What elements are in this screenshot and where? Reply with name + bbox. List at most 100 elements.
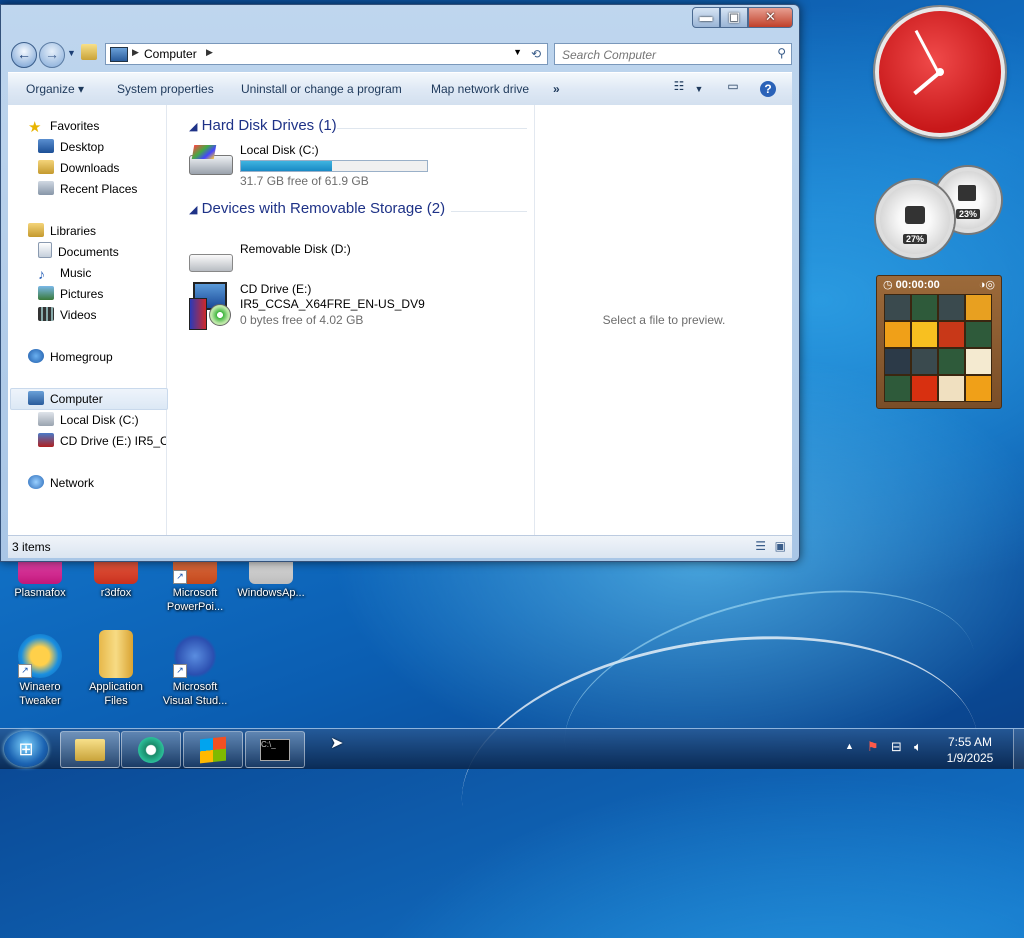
system-properties-button[interactable]: System properties (117, 82, 214, 96)
nav-computer[interactable]: Computer (28, 389, 103, 409)
desktop-icon-winaero[interactable]: ↗ Winaero Tweaker (2, 634, 78, 708)
nav-label: Downloads (60, 161, 120, 175)
removable-disk-icon (187, 242, 233, 278)
taskbar-explorer[interactable] (60, 731, 120, 768)
desktop-icon-label: Microsoft Visual Stud... (162, 681, 228, 707)
taskbar-clock[interactable]: 7:55 AM 1/9/2025 (930, 734, 1010, 766)
start-button[interactable]: ⊞ (4, 731, 48, 767)
action-center-flag-icon[interactable]: ⚑ (867, 739, 879, 755)
desktop-icon-application-files[interactable]: Application Files (78, 630, 154, 708)
search-icon[interactable]: ⚲ (777, 46, 786, 60)
navigation-pane: ★ Favorites Desktop Downloads Recent Plac… (8, 105, 168, 535)
libraries-icon (28, 223, 44, 237)
view-dropdown-icon[interactable]: ▼ (689, 79, 709, 99)
large-icons-view-icon[interactable]: ▣ (775, 539, 786, 553)
nav-documents[interactable]: Documents (38, 242, 119, 262)
back-button[interactable]: ← (11, 42, 37, 68)
up-folder-icon[interactable] (81, 44, 97, 60)
more-commands-button[interactable]: » (553, 82, 560, 96)
details-view-icon[interactable]: ☰ (755, 539, 766, 553)
status-bar: 3 items ☰ ▣ (8, 535, 792, 558)
puzzle-controls-icon[interactable]: ◑◎ (979, 278, 995, 291)
uninstall-program-button[interactable]: Uninstall or change a program (241, 82, 402, 96)
computer-icon (28, 391, 44, 405)
cpu-meter-gadget[interactable]: 27% (876, 180, 954, 258)
nav-local-disk[interactable]: Local Disk (C:) (38, 410, 139, 430)
item-count: 3 items (12, 540, 51, 554)
command-prompt-icon: C:\_ (260, 739, 290, 761)
minimize-button[interactable]: ▬ (692, 7, 720, 28)
nav-label: Computer (50, 392, 103, 406)
clock-gadget[interactable] (875, 7, 1005, 137)
clock-date: 1/9/2025 (946, 751, 994, 765)
preview-pane-icon[interactable]: ▭ (723, 79, 743, 99)
nav-label: CD Drive (E:) IR5_CC (60, 434, 166, 448)
desktop-icon-visual-studio[interactable]: ↗ Microsoft Visual Stud... (157, 634, 233, 708)
nav-network[interactable]: Network (28, 473, 94, 493)
desktop-icon-label: Winaero Tweaker (19, 681, 61, 707)
nav-cd-drive[interactable]: CD Drive (E:) IR5_CC (38, 431, 166, 451)
taskbar-command-prompt[interactable]: C:\_ (245, 731, 305, 768)
breadcrumb-computer[interactable]: Computer (144, 47, 197, 61)
cd-drive-setup-icon (187, 282, 233, 330)
forward-button[interactable]: → (39, 42, 65, 68)
collapse-arrow-icon[interactable]: ◢ (189, 121, 197, 133)
nav-pictures[interactable]: Pictures (38, 284, 103, 304)
puzzle-tiles[interactable] (884, 294, 992, 402)
navigation-bar: ← → ▼ ▶ Computer ▶ ▼ ⟲ ⚲ (9, 41, 793, 68)
shortcut-arrow-icon: ↗ (173, 664, 187, 678)
nav-desktop[interactable]: Desktop (38, 137, 104, 157)
nav-libraries[interactable]: Libraries (28, 221, 96, 241)
wallpaper-streak (444, 605, 996, 938)
show-desktop-button[interactable] (1013, 729, 1024, 769)
nav-favorites[interactable]: ★ Favorites (28, 116, 99, 136)
search-box[interactable]: ⚲ (554, 43, 792, 65)
content-pane: ★ Favorites Desktop Downloads Recent Plac… (8, 105, 792, 535)
recent-pages-dropdown-icon[interactable]: ▼ (67, 48, 76, 58)
file-list: ◢ Hard Disk Drives (1) Local Disk (C:) 3… (167, 105, 533, 535)
refresh-button[interactable]: ⟲ (525, 43, 548, 65)
nav-videos[interactable]: Videos (38, 305, 96, 325)
music-icon: ♪ (38, 266, 45, 282)
group-divider (451, 211, 527, 212)
cd-drive-icon (38, 433, 54, 447)
organize-button[interactable]: Organize ▾ (26, 82, 84, 96)
network-tray-icon[interactable]: ⊟ (891, 739, 902, 755)
hard-drive-icon (187, 143, 233, 179)
breadcrumb-chevron-icon[interactable]: ▶ (132, 47, 139, 58)
nav-homegroup[interactable]: Homegroup (28, 347, 113, 367)
nav-label: Videos (60, 308, 97, 322)
nav-recent-places[interactable]: Recent Places (38, 179, 137, 199)
drive-free-space: 0 bytes free of 4.02 GB (240, 313, 364, 327)
address-bar[interactable]: ▶ Computer ▶ ▼ (105, 43, 527, 65)
maximize-button[interactable]: ▣ (720, 7, 748, 28)
group-header-hard-disk-drives[interactable]: ◢ Hard Disk Drives (1) (189, 117, 527, 134)
group-header-removable-storage[interactable]: ◢ Devices with Removable Storage (2) (189, 200, 527, 217)
shortcut-arrow-icon: ↗ (18, 664, 32, 678)
browser-icon (138, 737, 164, 763)
map-network-drive-button[interactable]: Map network drive (431, 82, 529, 96)
windows-flag-icon (200, 736, 226, 764)
breadcrumb-chevron-icon[interactable]: ▶ (206, 47, 213, 58)
nav-music[interactable]: ♪ Music (38, 263, 91, 283)
picture-puzzle-gadget[interactable]: ◷ 00:00:00 ◑◎ (876, 275, 1002, 409)
volume-icon[interactable]: 🔈︎ (914, 739, 922, 755)
search-input[interactable] (560, 46, 764, 64)
downloads-folder-icon (38, 160, 54, 174)
help-icon[interactable]: ? (760, 81, 776, 97)
shortcut-arrow-icon: ↗ (173, 570, 187, 584)
drive-volume-label: IR5_CCSA_X64FRE_EN-US_DV9 (240, 297, 425, 311)
recent-places-icon (38, 181, 54, 195)
taskbar-windows-app[interactable] (183, 731, 243, 768)
show-hidden-icons-button[interactable]: ▲ (845, 741, 854, 751)
star-icon: ★ (28, 119, 42, 136)
close-button[interactable]: ✕ (748, 7, 793, 28)
nav-downloads[interactable]: Downloads (38, 158, 119, 178)
taskbar-edge-browser[interactable] (121, 731, 181, 768)
change-view-icon[interactable]: ☷ (669, 79, 689, 99)
videos-icon (38, 307, 54, 321)
address-dropdown-icon[interactable]: ▼ (513, 47, 522, 57)
desktop-icon-label: r3dfox (100, 587, 132, 599)
collapse-arrow-icon[interactable]: ◢ (189, 204, 197, 216)
desktop-icon (38, 139, 54, 153)
